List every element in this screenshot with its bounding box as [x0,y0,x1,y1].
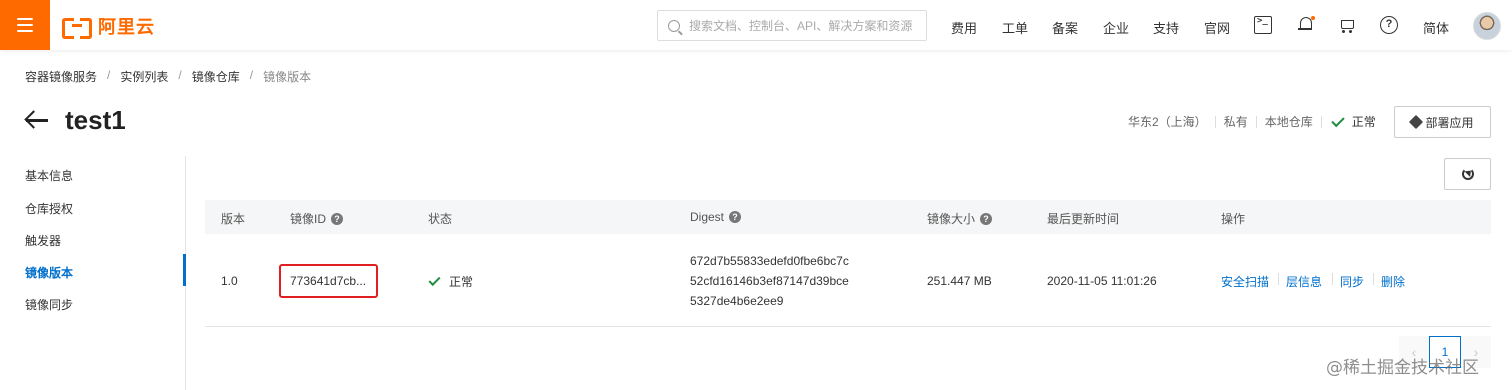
breadcrumb: 容器镜像服务 / 实例列表 / 镜像仓库 / 镜像版本 [25,68,311,85]
sidenav-item-image-sync[interactable]: 镜像同步 [25,296,73,313]
th-updated: 最后更新时间 [1047,210,1119,227]
logo-text: 阿里云 [98,17,155,37]
th-size-label: 镜像大小 [927,212,976,226]
avatar[interactable] [1473,12,1501,40]
search-box[interactable] [657,10,927,41]
breadcrumb-separator: / [107,68,111,82]
th-image-id: 镜像ID? [290,210,344,227]
top-navbar: 阿里云 费用 工单 备案 企业 支持 官网 ? 简体 [0,0,1512,50]
language-switch[interactable]: 简体 [1423,18,1449,37]
th-actions-label: 操作 [1221,212,1246,226]
th-status-label: 状态 [428,212,453,226]
nav-official-site[interactable]: 官网 [1204,18,1230,37]
visibility-label: 私有 [1223,115,1248,129]
th-actions: 操作 [1221,210,1245,227]
th-digest: Digest? [690,210,742,224]
layer-info-link[interactable]: 层信息 [1286,273,1322,290]
sidenav-active-indicator [183,254,186,286]
repo-meta: 华东2（上海） 私有 本地仓库 正常 [1128,113,1376,130]
th-updated-label: 最后更新时间 [1047,212,1120,226]
th-digest-label: Digest [690,210,725,224]
page-title: test1 [65,105,126,135]
cart-icon[interactable] [1338,16,1356,34]
table-header [205,200,1491,234]
check-icon [428,273,441,287]
cube-icon [1409,114,1424,130]
cell-digest: 672d7b55833edefd0fbe6bc7c 52cfd16146b3ef… [690,251,849,311]
help-icon[interactable]: ? [1380,16,1398,34]
sidenav-item-image-versions[interactable]: 镜像版本 [25,264,73,281]
bell-icon[interactable] [1297,16,1315,34]
nav-billing[interactable]: 费用 [951,18,977,37]
menu-icon[interactable] [0,0,50,50]
nav-icp[interactable]: 备案 [1052,18,1078,37]
divider [1255,115,1257,128]
nav-tickets[interactable]: 工单 [1002,18,1028,37]
digest-line: 672d7b55833edefd0fbe6bc7c [690,254,849,268]
cell-status: 正常 [428,273,474,290]
help-icon[interactable]: ? [729,211,742,223]
divider [1332,273,1333,285]
divider [1214,115,1216,128]
help-icon[interactable]: ? [331,212,344,225]
digest-line: 52cfd16146b3ef87147d39bce [690,274,849,288]
breadcrumb-item[interactable]: 实例列表 [120,68,168,85]
divider [1320,115,1322,128]
nav-support[interactable]: 支持 [1153,18,1179,37]
th-version: 版本 [221,210,245,227]
deploy-app-button[interactable]: 部署应用 [1394,106,1491,138]
watermark: @稀土掘金技术社区 [1326,358,1479,378]
search-input[interactable] [689,18,919,33]
repo-type-label: 本地仓库 [1264,115,1313,129]
repo-status: 正常 [1351,115,1376,129]
digest-line: 5327de4b6e2ee9 [690,294,784,308]
search-icon [668,19,680,32]
terminal-icon[interactable] [1254,16,1272,34]
image-id-highlight-box [279,264,378,298]
cell-size: 251.447 MB [927,274,992,288]
breadcrumb-item[interactable]: 容器镜像服务 [25,68,97,85]
back-arrow-icon[interactable] [24,109,50,131]
cell-version: 1.0 [221,274,238,288]
cell-updated: 2020-11-05 11:01:26 [1047,274,1157,288]
check-icon [1331,113,1345,127]
sidenav-item-repo-auth[interactable]: 仓库授权 [25,200,73,217]
sync-link[interactable]: 同步 [1340,273,1364,290]
breadcrumb-separator: / [178,68,182,82]
breadcrumb-item[interactable]: 镜像仓库 [192,68,240,85]
notification-dot [1311,16,1315,20]
security-scan-link[interactable]: 安全扫描 [1221,273,1269,290]
deploy-app-label: 部署应用 [1425,115,1474,130]
nav-enterprise[interactable]: 企业 [1103,18,1129,37]
help-icon[interactable]: ? [980,212,993,225]
th-status: 状态 [428,210,452,227]
divider [1373,273,1374,285]
breadcrumb-current: 镜像版本 [263,70,312,84]
sidenav-item-triggers[interactable]: 触发器 [25,232,61,249]
divider [1278,273,1279,285]
th-size: 镜像大小? [927,210,993,227]
th-image-id-label: 镜像ID [290,212,327,226]
delete-link[interactable]: 删除 [1381,273,1405,290]
sidenav-item-basic-info[interactable]: 基本信息 [25,167,73,184]
breadcrumb-separator: / [249,68,254,82]
refresh-button[interactable] [1444,158,1491,190]
cell-status-label: 正常 [449,275,474,289]
th-version-label: 版本 [221,212,246,226]
aliyun-logo-mark [62,15,92,39]
region-label: 华东2（上海） [1128,115,1207,129]
aliyun-logo[interactable]: 阿里云 [62,13,155,39]
refresh-icon [1462,168,1474,180]
